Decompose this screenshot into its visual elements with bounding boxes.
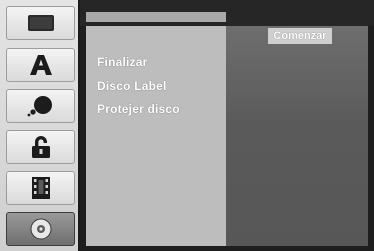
disc-menu-panel: Finalizar Disco Label Protejer disco Com… — [80, 0, 374, 251]
sidebar-tab-general[interactable] — [6, 6, 75, 40]
panel-bottom-border — [80, 246, 374, 251]
sidebar-tab-lock[interactable] — [6, 130, 75, 164]
menu-item-disc-label[interactable]: Disco Label — [97, 79, 167, 93]
audio-bubble-icon — [27, 96, 52, 117]
film-strip-icon — [31, 177, 50, 199]
setup-sidebar — [0, 0, 80, 251]
sidebar-tab-audio[interactable] — [6, 89, 75, 123]
padlock-icon — [31, 136, 50, 158]
sidebar-tab-recording[interactable] — [6, 171, 75, 205]
selected-category-bar — [86, 12, 226, 22]
option-detail-area — [226, 26, 368, 246]
menu-item-finalize[interactable]: Finalizar — [97, 55, 147, 69]
dvd-player-icon — [27, 15, 54, 31]
sidebar-tab-disc[interactable] — [6, 212, 75, 246]
sidebar-tab-language[interactable] — [6, 48, 75, 82]
start-button[interactable]: Comenzar — [268, 28, 332, 44]
disc-icon — [30, 218, 51, 240]
dvd-setup-screen: Finalizar Disco Label Protejer disco Com… — [0, 0, 374, 251]
disc-options-list: Finalizar Disco Label Protejer disco — [86, 26, 226, 246]
title-letter-a-icon — [29, 55, 52, 75]
menu-item-protect-disc[interactable]: Protejer disco — [97, 102, 180, 116]
